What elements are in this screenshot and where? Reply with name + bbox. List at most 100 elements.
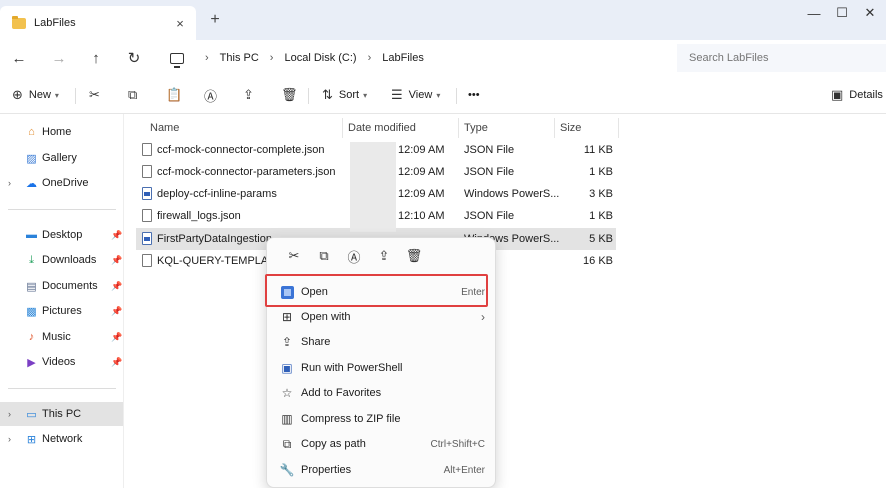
redacted-area — [350, 142, 396, 232]
network-icon: ⊞ — [26, 433, 37, 446]
chevron-down-icon: ▾ — [54, 90, 59, 100]
view-button[interactable]: ☰ View ▾ — [391, 83, 440, 107]
rename-button[interactable]: Ⓐ — [204, 83, 223, 107]
chevron-down-icon: ▾ — [436, 90, 441, 100]
new-label: New — [28, 89, 51, 101]
new-button[interactable]: ⊕ New ▾ — [12, 83, 59, 107]
chevron-right-icon[interactable]: › — [8, 178, 11, 188]
menu-item-add-to-favorites[interactable]: ☆ Add to Favorites — [271, 381, 493, 405]
column-divider[interactable] — [618, 118, 619, 138]
column-divider[interactable] — [458, 118, 459, 138]
share-icon: ⇪ — [243, 87, 254, 102]
search-input[interactable]: Search LabFiles — [677, 44, 886, 72]
view-label: View — [408, 89, 433, 101]
music-icon: ♪ — [28, 331, 35, 343]
chevron-right-icon[interactable]: › — [8, 409, 11, 419]
divider — [8, 209, 116, 210]
back-button[interactable]: ← — [5, 44, 33, 72]
forward-button[interactable]: → — [45, 44, 73, 72]
scissors-icon: ✂ — [89, 87, 100, 102]
breadcrumb-this-pc[interactable]: This PC — [220, 52, 259, 64]
sidebar-item-desktop[interactable]: ▬ Desktop 📌 — [0, 223, 123, 247]
sidebar-item-onedrive[interactable]: › ☁ OneDrive — [0, 171, 123, 195]
menu-item-compress-zip[interactable]: ▥ Compress to ZIP file — [271, 407, 493, 431]
divider — [75, 88, 76, 104]
sidebar-item-music[interactable]: ♪ Music 📌 — [0, 325, 123, 349]
column-header-date[interactable]: Date modified — [348, 118, 416, 138]
paste-button[interactable]: 📋 — [166, 83, 188, 107]
cloud-icon: ☁ — [26, 177, 37, 190]
open-with-icon: ⊞ — [281, 310, 293, 324]
delete-button[interactable]: 🗑 — [281, 83, 304, 107]
sidebar-item-gallery[interactable]: ▨ Gallery — [0, 146, 123, 170]
menu-item-properties[interactable]: 🔧 Properties Alt+Enter — [271, 458, 493, 482]
computer-icon — [170, 52, 184, 68]
more-options-button[interactable]: ••• — [468, 83, 480, 107]
breadcrumb[interactable]: › This PC › Local Disk (C:) › LabFiles — [160, 44, 666, 72]
plus-circle-icon: ⊕ — [12, 87, 23, 102]
close-tab-button[interactable]: × — [170, 13, 190, 33]
powershell-file-icon — [142, 187, 152, 200]
sidebar-item-network[interactable]: › ⊞ Network — [0, 427, 123, 451]
share-icon[interactable]: ⇪ — [369, 244, 399, 268]
sidebar-item-videos[interactable]: ▶ Videos 📌 — [0, 350, 123, 374]
tab-labfiles[interactable]: LabFiles × — [0, 6, 196, 40]
column-divider[interactable] — [554, 118, 555, 138]
refresh-button[interactable]: ↻ — [120, 44, 148, 72]
rename-icon[interactable]: Ⓐ — [339, 244, 369, 268]
folder-icon — [12, 15, 26, 29]
sidebar-item-home[interactable]: ⌂ Home — [0, 120, 123, 144]
powershell-icon: ▣ — [281, 361, 293, 375]
menu-item-share[interactable]: ⇪ Share — [271, 330, 493, 354]
sort-button[interactable]: ⇅ Sort ▾ — [322, 83, 367, 107]
breadcrumb-local-disk[interactable]: Local Disk (C:) — [284, 52, 356, 64]
videos-icon: ▶ — [27, 356, 36, 369]
file-list: Name Date modified Type Size ccf-mock-co… — [124, 114, 886, 488]
command-bar: ⊕ New ▾ ✂ ⧉ 📋 Ⓐ ⇪ 🗑 ⇅ Sort ▾ ☰ View ▾ ••… — [0, 76, 886, 114]
close-window-button[interactable]: ✕ — [850, 0, 886, 26]
share-button[interactable]: ⇪ — [243, 83, 260, 107]
share-icon: ⇪ — [281, 335, 293, 349]
copy-button[interactable]: ⧉ — [128, 83, 143, 107]
menu-item-open-with[interactable]: ⊞ Open with › — [271, 305, 493, 329]
json-file-icon — [142, 143, 152, 156]
context-menu-quick-actions: ✂ ⧉ Ⓐ ⇪ 🗑 — [267, 238, 495, 274]
new-tab-button[interactable]: + — [205, 10, 225, 30]
details-button[interactable]: ▣ Details — [831, 83, 883, 107]
up-button[interactable]: ↑ — [82, 44, 110, 72]
chevron-right-icon: › — [205, 52, 209, 64]
wrench-icon: 🔧 — [279, 463, 295, 477]
column-divider[interactable] — [342, 118, 343, 138]
menu-item-run-with-powershell[interactable]: ▣ Run with PowerShell — [271, 356, 493, 380]
breadcrumb-labfiles[interactable]: LabFiles — [382, 52, 424, 64]
sidebar-item-documents[interactable]: ▤ Documents 📌 — [0, 274, 123, 298]
cut-icon[interactable]: ✂ — [279, 244, 309, 268]
column-header-size[interactable]: Size — [560, 118, 581, 138]
title-bar: LabFiles × + — ☐ ✕ — [0, 0, 886, 40]
chevron-right-icon: › — [481, 310, 485, 324]
copy-icon[interactable]: ⧉ — [309, 244, 339, 268]
zip-icon: ▥ — [281, 412, 293, 426]
address-row: ← → ↑ ↻ › This PC › Local Disk (C:) › La… — [0, 40, 886, 76]
sidebar-item-downloads[interactable]: ⤓ Downloads 📌 — [0, 248, 123, 272]
pictures-icon: ▩ — [26, 305, 37, 318]
details-label: Details — [849, 89, 883, 101]
trash-icon[interactable]: 🗑 — [399, 244, 429, 268]
clipboard-icon: 📋 — [166, 87, 183, 102]
gallery-icon: ▨ — [26, 152, 37, 165]
divider — [308, 88, 309, 104]
home-icon: ⌂ — [28, 126, 35, 138]
chevron-right-icon: › — [269, 52, 274, 64]
cut-button[interactable]: ✂ — [89, 83, 106, 107]
download-icon: ⤓ — [29, 253, 34, 266]
chevron-right-icon[interactable]: › — [8, 434, 11, 444]
column-header-name[interactable]: Name — [150, 118, 179, 138]
sidebar-item-pictures[interactable]: ▩ Pictures 📌 — [0, 299, 123, 323]
menu-item-copy-as-path[interactable]: ⧉ Copy as path Ctrl+Shift+C — [271, 432, 493, 456]
documents-icon: ▤ — [26, 280, 37, 293]
json-file-icon — [142, 165, 152, 178]
sort-label: Sort — [338, 89, 360, 101]
column-header-type[interactable]: Type — [464, 118, 488, 138]
trash-icon: 🗑 — [281, 87, 298, 102]
sidebar-item-this-pc[interactable]: › ▭ This PC — [0, 402, 123, 426]
